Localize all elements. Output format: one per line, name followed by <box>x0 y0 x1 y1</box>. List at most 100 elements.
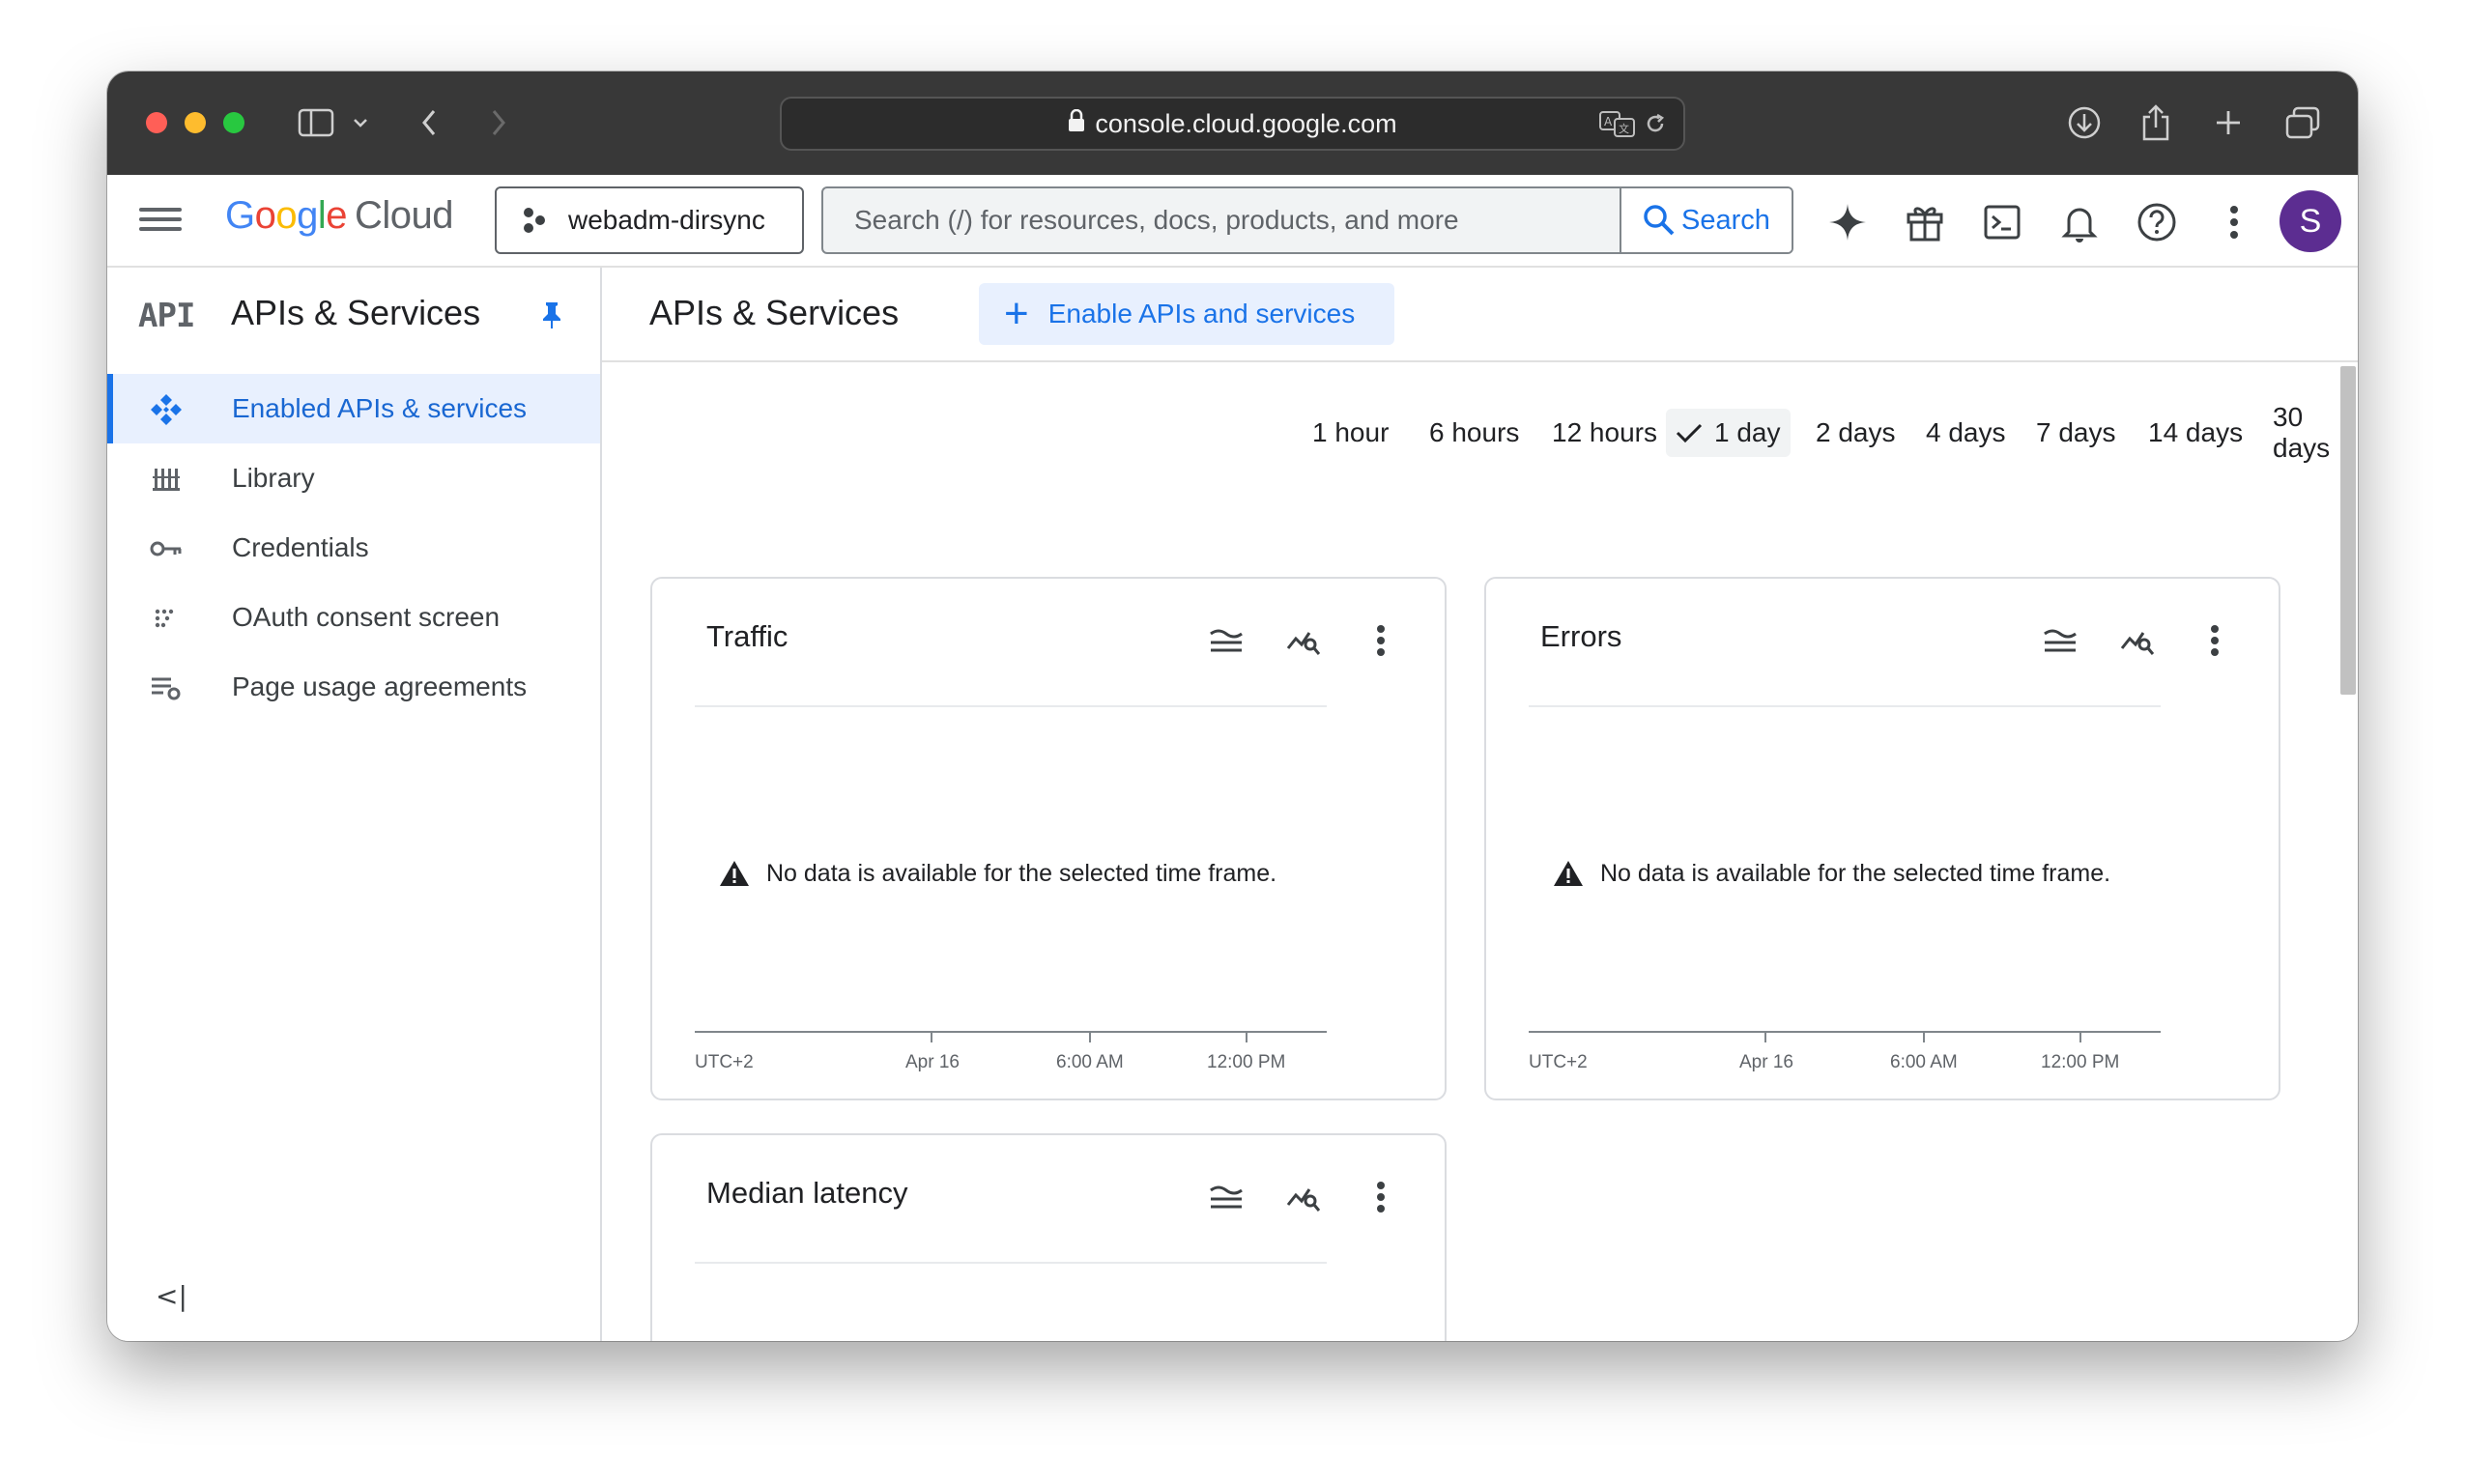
sidebar-item-label: Enabled APIs & services <box>232 393 528 423</box>
time-range-7-days[interactable]: 7 days <box>2026 409 2126 457</box>
timezone-label: UTC+2 <box>695 1052 754 1072</box>
collapse-sidebar-button[interactable]: <| <box>156 1280 187 1312</box>
google-cloud-logo[interactable]: Google Cloud <box>225 194 454 238</box>
explore-chart-icon[interactable] <box>1284 1178 1323 1216</box>
pin-icon[interactable] <box>540 300 563 334</box>
project-name: webadm-dirsync <box>568 205 765 235</box>
time-range-6-hours[interactable]: 6 hours <box>1419 409 1529 457</box>
main-header: APIs & Services + Enable APIs and servic… <box>602 268 2358 362</box>
sidebar-item-label: Page usage agreements <box>232 671 528 701</box>
card-divider <box>695 705 1327 707</box>
api-diamond-icon <box>150 393 183 426</box>
add-icon: + <box>1004 290 1029 337</box>
sidebar-item-credentials[interactable]: Credentials <box>107 513 600 583</box>
gemini-sparkle-icon[interactable] <box>1825 200 1870 244</box>
sidebar-toggle-icon[interactable] <box>297 102 335 143</box>
left-sidebar: API APIs & Services Enabled APIs & servi… <box>107 268 602 1341</box>
sidebar-header: API APIs & Services <box>107 268 600 362</box>
x-tick-label: 12:00 PM <box>1207 1052 1286 1072</box>
translate-icon[interactable]: A文 <box>1599 99 1636 149</box>
x-axis-tick <box>1764 1033 1766 1042</box>
gift-icon[interactable] <box>1903 200 1947 244</box>
search-button[interactable]: Search <box>1620 188 1792 252</box>
browser-window: console.cloud.google.com A文 GoogleCloud <box>107 71 2358 1341</box>
notifications-bell-icon[interactable] <box>2057 200 2102 244</box>
warning-icon <box>720 861 749 886</box>
lock-icon <box>1068 108 1085 139</box>
card-title: Errors <box>1540 619 1622 653</box>
forward-arrow-icon[interactable] <box>484 102 513 143</box>
oauth-dots-icon <box>150 602 183 635</box>
api-badge-icon: API <box>138 297 195 335</box>
sidebar-item-label: Credentials <box>232 532 369 562</box>
card-more-icon[interactable] <box>1362 1178 1400 1216</box>
address-bar[interactable]: console.cloud.google.com A文 <box>780 97 1685 151</box>
project-picker[interactable]: webadm-dirsync <box>495 186 804 254</box>
time-range-2-days[interactable]: 2 days <box>1806 409 1906 457</box>
reload-icon[interactable] <box>1644 99 1667 149</box>
share-icon[interactable] <box>2136 102 2175 143</box>
time-range-label: 1 day <box>1714 417 1781 447</box>
page-title: APIs & Services <box>649 293 900 332</box>
enable-apis-label: Enable APIs and services <box>1047 299 1356 328</box>
sidebar-item-oauth-consent[interactable]: OAuth consent screen <box>107 583 600 652</box>
svg-text:文: 文 <box>1619 122 1629 135</box>
cloud-shell-icon[interactable] <box>1980 200 2024 244</box>
errors-card: Errors No data is available for the sele… <box>1484 577 2280 1100</box>
main-menu-icon[interactable] <box>139 202 182 241</box>
help-icon[interactable] <box>2135 200 2179 244</box>
search-icon <box>1644 205 1675 236</box>
no-data-message: No data is available for the selected ti… <box>1552 859 2110 888</box>
time-range-1-day[interactable]: 1 day <box>1666 409 1791 457</box>
time-range-1-hour[interactable]: 1 hour <box>1303 409 1398 457</box>
explore-chart-icon[interactable] <box>2118 621 2157 660</box>
time-range-30-days[interactable]: 30 days <box>2263 402 2339 463</box>
sidebar-item-enabled-apis[interactable]: Enabled APIs & services <box>107 374 600 443</box>
time-range-14-days[interactable]: 14 days <box>2138 409 2252 457</box>
no-data-text: No data is available for the selected ti… <box>1600 859 2111 887</box>
download-icon[interactable] <box>2065 102 2104 143</box>
back-arrow-icon[interactable] <box>415 102 444 143</box>
sidebar-item-page-usage[interactable]: Page usage agreements <box>107 652 600 722</box>
time-range-12-hours[interactable]: 12 hours <box>1542 409 1667 457</box>
tab-overview-icon[interactable] <box>2281 102 2324 143</box>
search-input[interactable]: Search (/) for resources, docs, products… <box>823 188 1620 252</box>
x-axis <box>695 1031 1327 1033</box>
account-avatar[interactable]: S <box>2280 190 2341 252</box>
project-dots-icon <box>524 206 549 235</box>
url-text: console.cloud.google.com <box>1095 108 1397 138</box>
more-vert-icon[interactable] <box>2212 200 2256 244</box>
minimize-window-button[interactable] <box>185 112 206 133</box>
check-icon <box>1676 423 1703 443</box>
x-tick-label: Apr 16 <box>1739 1052 1793 1072</box>
legend-toggle-icon[interactable] <box>1207 621 1246 660</box>
time-range-4-days[interactable]: 4 days <box>1916 409 2016 457</box>
vertical-scrollbar[interactable] <box>2340 366 2356 695</box>
main-content: APIs & Services + Enable APIs and servic… <box>602 268 2358 1341</box>
median-latency-card: Median latency <box>650 1133 1447 1341</box>
enable-apis-button[interactable]: + Enable APIs and services <box>979 283 1394 345</box>
legend-toggle-icon[interactable] <box>1207 1178 1246 1216</box>
zoom-window-button[interactable] <box>223 112 244 133</box>
explore-chart-icon[interactable] <box>1284 621 1323 660</box>
x-tick-label: 6:00 AM <box>1056 1052 1124 1072</box>
x-tick-label: 12:00 PM <box>2041 1052 2120 1072</box>
new-tab-icon[interactable] <box>2209 102 2248 143</box>
traffic-card: Traffic No data is available for the sel… <box>650 577 1447 1100</box>
x-axis-tick <box>1089 1033 1091 1042</box>
time-range-selector: 1 hour 6 hours 12 hours 1 day 2 days 4 d… <box>602 402 2332 463</box>
console-header: Google Cloud webadm-dirsync Search (/) fo… <box>107 175 2358 268</box>
search-box[interactable]: Search (/) for resources, docs, products… <box>821 186 1793 254</box>
x-axis-tick <box>1246 1033 1247 1042</box>
close-window-button[interactable] <box>146 112 167 133</box>
warning-icon <box>1554 861 1583 886</box>
card-title: Traffic <box>706 619 789 653</box>
card-more-icon[interactable] <box>2195 621 2234 660</box>
x-axis-tick <box>2079 1033 2081 1042</box>
no-data-text: No data is available for the selected ti… <box>766 859 1277 887</box>
card-more-icon[interactable] <box>1362 621 1400 660</box>
timezone-label: UTC+2 <box>1529 1052 1588 1072</box>
legend-toggle-icon[interactable] <box>2041 621 2079 660</box>
chevron-down-icon[interactable] <box>349 102 372 143</box>
sidebar-item-library[interactable]: Library <box>107 443 600 513</box>
